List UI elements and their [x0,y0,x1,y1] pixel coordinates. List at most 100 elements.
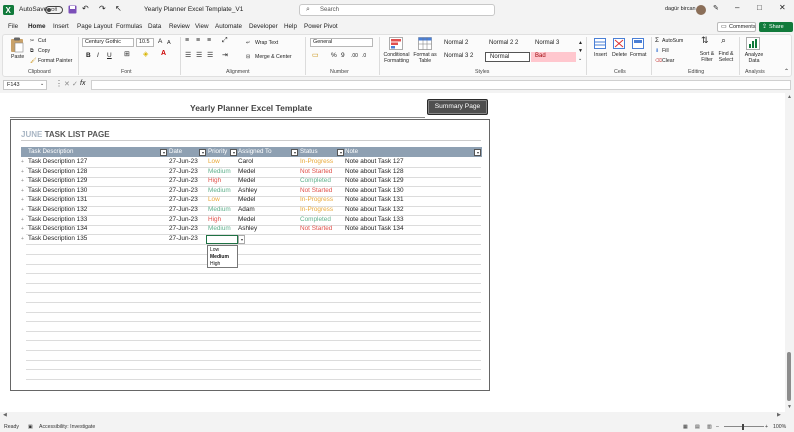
selected-cell[interactable] [206,235,238,244]
cell-assigned-to[interactable]: Ashley [238,225,257,232]
filter-priority-button[interactable] [230,149,237,156]
name-box-dropdown-icon[interactable]: ⌄ [40,81,44,87]
zoom-slider[interactable] [724,426,764,427]
more-options-icon[interactable]: ⋮ [55,79,63,88]
menu-file[interactable]: File [8,23,18,30]
cell-assigned-to[interactable]: Carol [238,158,253,165]
horizontal-scrollbar[interactable] [0,412,794,422]
paste-label[interactable]: Paste [11,54,24,60]
cell-priority[interactable]: Medium [208,168,231,175]
cell-status[interactable]: Not Started [300,225,332,232]
style-normal-2[interactable]: Normal 2 [440,39,484,49]
number-format-select[interactable]: General [310,38,373,47]
style-normal-3-2[interactable]: Normal 3 2 [440,52,484,62]
cell-note[interactable]: Note about Task 130 [345,187,404,194]
filter-assigned-to-button[interactable] [291,149,298,156]
cell-note[interactable]: Note about Task 127 [345,158,404,165]
filter-task-description-button[interactable] [160,149,167,156]
align-bottom-icon[interactable]: ≡ [207,37,211,44]
copy-icon[interactable]: ⧉ [30,48,34,54]
cell-status[interactable]: Completed [300,216,331,223]
autosave-toggle[interactable]: Off [45,6,63,14]
cell-date[interactable]: 27-Jun-23 [169,225,198,232]
insert-function-icon[interactable]: fx [80,80,85,87]
menu-power-pivot[interactable]: Power Pivot [304,23,338,30]
sort-filter-icon[interactable]: ⇅ [701,36,709,45]
find-select-icon[interactable]: ⌕ [721,36,726,45]
avatar[interactable] [696,5,706,15]
collapse-ribbon-icon[interactable]: ⌃ [784,69,789,75]
cell-priority[interactable]: Medium [208,187,231,194]
merge-icon[interactable]: ⊟ [246,54,250,60]
menu-data[interactable]: Data [148,23,161,30]
menu-view[interactable]: View [195,23,209,30]
clear-label[interactable]: Clear [662,58,674,64]
format-as-table-label[interactable]: Format as Table [413,52,437,64]
cell-task[interactable]: Task Description 129 [28,177,87,184]
normal-view-icon[interactable]: ▦ [683,424,688,430]
cell-assigned-to[interactable]: Medel [238,177,255,184]
filter-note-button[interactable] [474,149,481,156]
cell-assigned-to[interactable]: Ashley [238,187,257,194]
cell-assigned-to[interactable]: Adam [238,206,255,213]
vertical-scroll-thumb[interactable] [787,352,791,401]
percent-icon[interactable]: % [331,52,337,59]
share-button[interactable]: ⇪ Share [759,22,793,32]
row-expand-icon[interactable]: + [21,236,24,242]
cell-task[interactable]: Task Description 132 [28,206,87,213]
analyze-data-label[interactable]: Analyze Data [742,52,766,64]
align-left-icon[interactable]: ☰ [185,52,191,59]
menu-page-layout[interactable]: Page Layout [77,23,112,30]
conditional-formatting-label[interactable]: Conditional Formatting [381,52,412,64]
align-top-icon[interactable]: ≡ [185,37,189,44]
fill-icon[interactable]: ⬇ [655,48,659,54]
confirm-entry-icon[interactable]: ✓ [72,80,78,88]
maximize-icon[interactable]: □ [757,3,762,12]
conditional-formatting-icon[interactable] [389,37,403,50]
row-expand-icon[interactable]: + [21,217,24,223]
orientation-icon[interactable]: ⤢ [222,37,228,44]
close-icon[interactable]: ✕ [779,3,786,12]
styles-scroll-down-icon[interactable]: ▼ [578,48,583,54]
zoom-in-icon[interactable]: + [765,424,768,430]
cell-priority[interactable]: High [208,216,221,223]
paste-icon[interactable] [10,37,24,53]
cell-status[interactable]: Not Started [300,187,332,194]
currency-icon[interactable]: ▭ [312,52,319,59]
insert-cells-icon[interactable] [594,38,606,49]
cell-date[interactable]: 27-Jun-23 [169,168,198,175]
cell-date[interactable]: 27-Jun-23 [169,158,198,165]
cell-note[interactable]: Note about Task 129 [345,177,404,184]
bold-button[interactable]: B [86,52,91,59]
scroll-left-icon[interactable]: ◀ [3,412,7,418]
row-expand-icon[interactable]: + [21,159,24,165]
page-layout-view-icon[interactable]: ▤ [695,424,700,430]
font-color-icon[interactable]: A [161,50,166,57]
analyze-data-icon[interactable] [746,37,760,50]
cell-task[interactable]: Task Description 131 [28,196,87,203]
cell-task[interactable]: Task Description 128 [28,168,87,175]
format-as-table-icon[interactable] [418,37,432,50]
cell-status[interactable]: In-Progress [300,158,333,165]
insert-cells-label[interactable]: Insert [594,52,607,58]
scroll-up-icon[interactable]: ▲ [787,94,792,100]
format-cells-label[interactable]: Format [630,52,646,58]
cut-label[interactable]: Cut [38,38,46,44]
cell-status[interactable]: In-Progress [300,206,333,213]
sort-filter-label[interactable]: Sort & Filter [697,51,717,63]
cell-date[interactable]: 27-Jun-23 [169,235,198,242]
cell-priority[interactable]: Medium [208,206,231,213]
page-break-view-icon[interactable]: ▥ [707,424,712,430]
grow-font-icon[interactable]: A [158,38,162,45]
zoom-level[interactable]: 100% [773,424,786,430]
cell-date[interactable]: 27-Jun-23 [169,206,198,213]
save-icon[interactable] [68,5,77,14]
style-normal-3[interactable]: Normal 3 [531,39,576,49]
filter-date-button[interactable] [199,149,206,156]
find-select-label[interactable]: Find & Select [716,51,736,63]
cell-task[interactable]: Task Description 130 [28,187,87,194]
menu-formulas[interactable]: Formulas [116,23,142,30]
autosum-label[interactable]: AutoSum [662,38,683,44]
align-middle-icon[interactable]: ≡ [196,37,200,44]
row-expand-icon[interactable]: + [21,188,24,194]
